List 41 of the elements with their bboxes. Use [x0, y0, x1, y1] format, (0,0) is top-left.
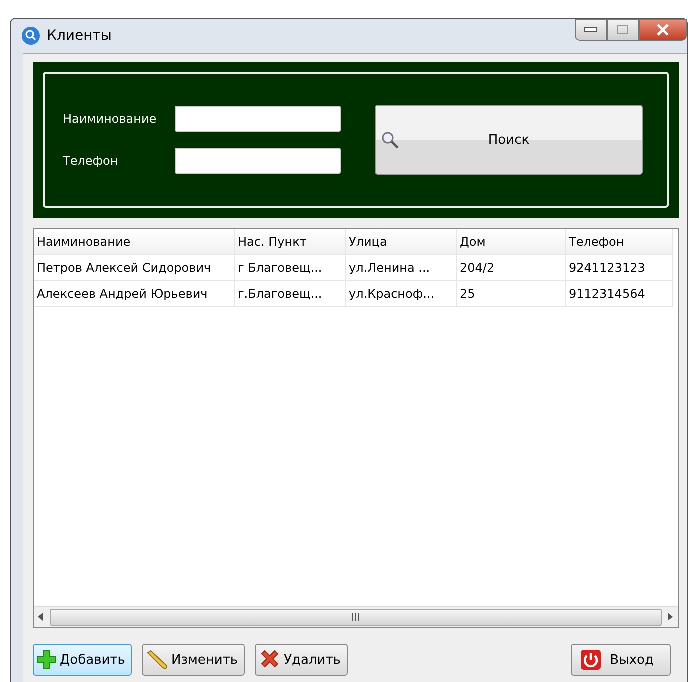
right-arrow-icon[interactable] [668, 613, 674, 621]
maximize-icon [617, 25, 629, 35]
minimize-button[interactable] [575, 19, 607, 41]
column-header[interactable]: Нас. Пункт [235, 229, 346, 255]
input-field[interactable] [175, 148, 341, 174]
plus-icon [37, 650, 57, 670]
search-button[interactable]: Поиск [375, 105, 643, 175]
column-header[interactable]: Наиминование [34, 229, 235, 255]
horizontal-scrollbar[interactable] [34, 606, 678, 627]
table-cell: Петров Алексей Сидорович [34, 255, 235, 281]
cross-icon [259, 650, 282, 670]
table-cell: г Благовещ... [235, 255, 346, 281]
search-icon [380, 130, 400, 150]
table-cell: ул.Ленина ... [346, 255, 457, 281]
table-cell: ул.Красноф... [346, 281, 457, 307]
minimize-icon [584, 27, 598, 33]
table-cell: 25 [457, 281, 566, 307]
edit-button[interactable]: Изменить [142, 644, 246, 676]
table-cell: 9241123123 [566, 255, 673, 281]
table-cell: Алексеев Андрей Юрьевич [34, 281, 235, 307]
field-label: Наиминование [63, 112, 158, 126]
maximize-button[interactable] [607, 19, 639, 41]
table-cell: г.Благовещ... [235, 281, 346, 307]
table-cell: 204/2 [457, 255, 566, 281]
window-title: Клиенты [47, 28, 112, 44]
exit-button[interactable]: Выход [571, 644, 671, 676]
table-cell: 9112314564 [566, 281, 673, 307]
add-button[interactable]: Добавить [33, 644, 132, 676]
power-icon [580, 649, 602, 671]
delete-button[interactable]: Удалить [255, 644, 348, 676]
grip-icon [351, 613, 361, 621]
column-header[interactable]: Дом [457, 229, 566, 255]
close-button[interactable] [639, 19, 687, 41]
search-icon [21, 26, 41, 46]
column-header[interactable]: Улица [346, 229, 457, 255]
pencil-icon [146, 650, 168, 670]
column-header[interactable]: Телефон [566, 229, 673, 255]
close-icon [656, 24, 670, 36]
left-arrow-icon[interactable] [38, 613, 44, 621]
input-field[interactable] [175, 106, 341, 132]
field-label: Телефон [63, 154, 120, 168]
